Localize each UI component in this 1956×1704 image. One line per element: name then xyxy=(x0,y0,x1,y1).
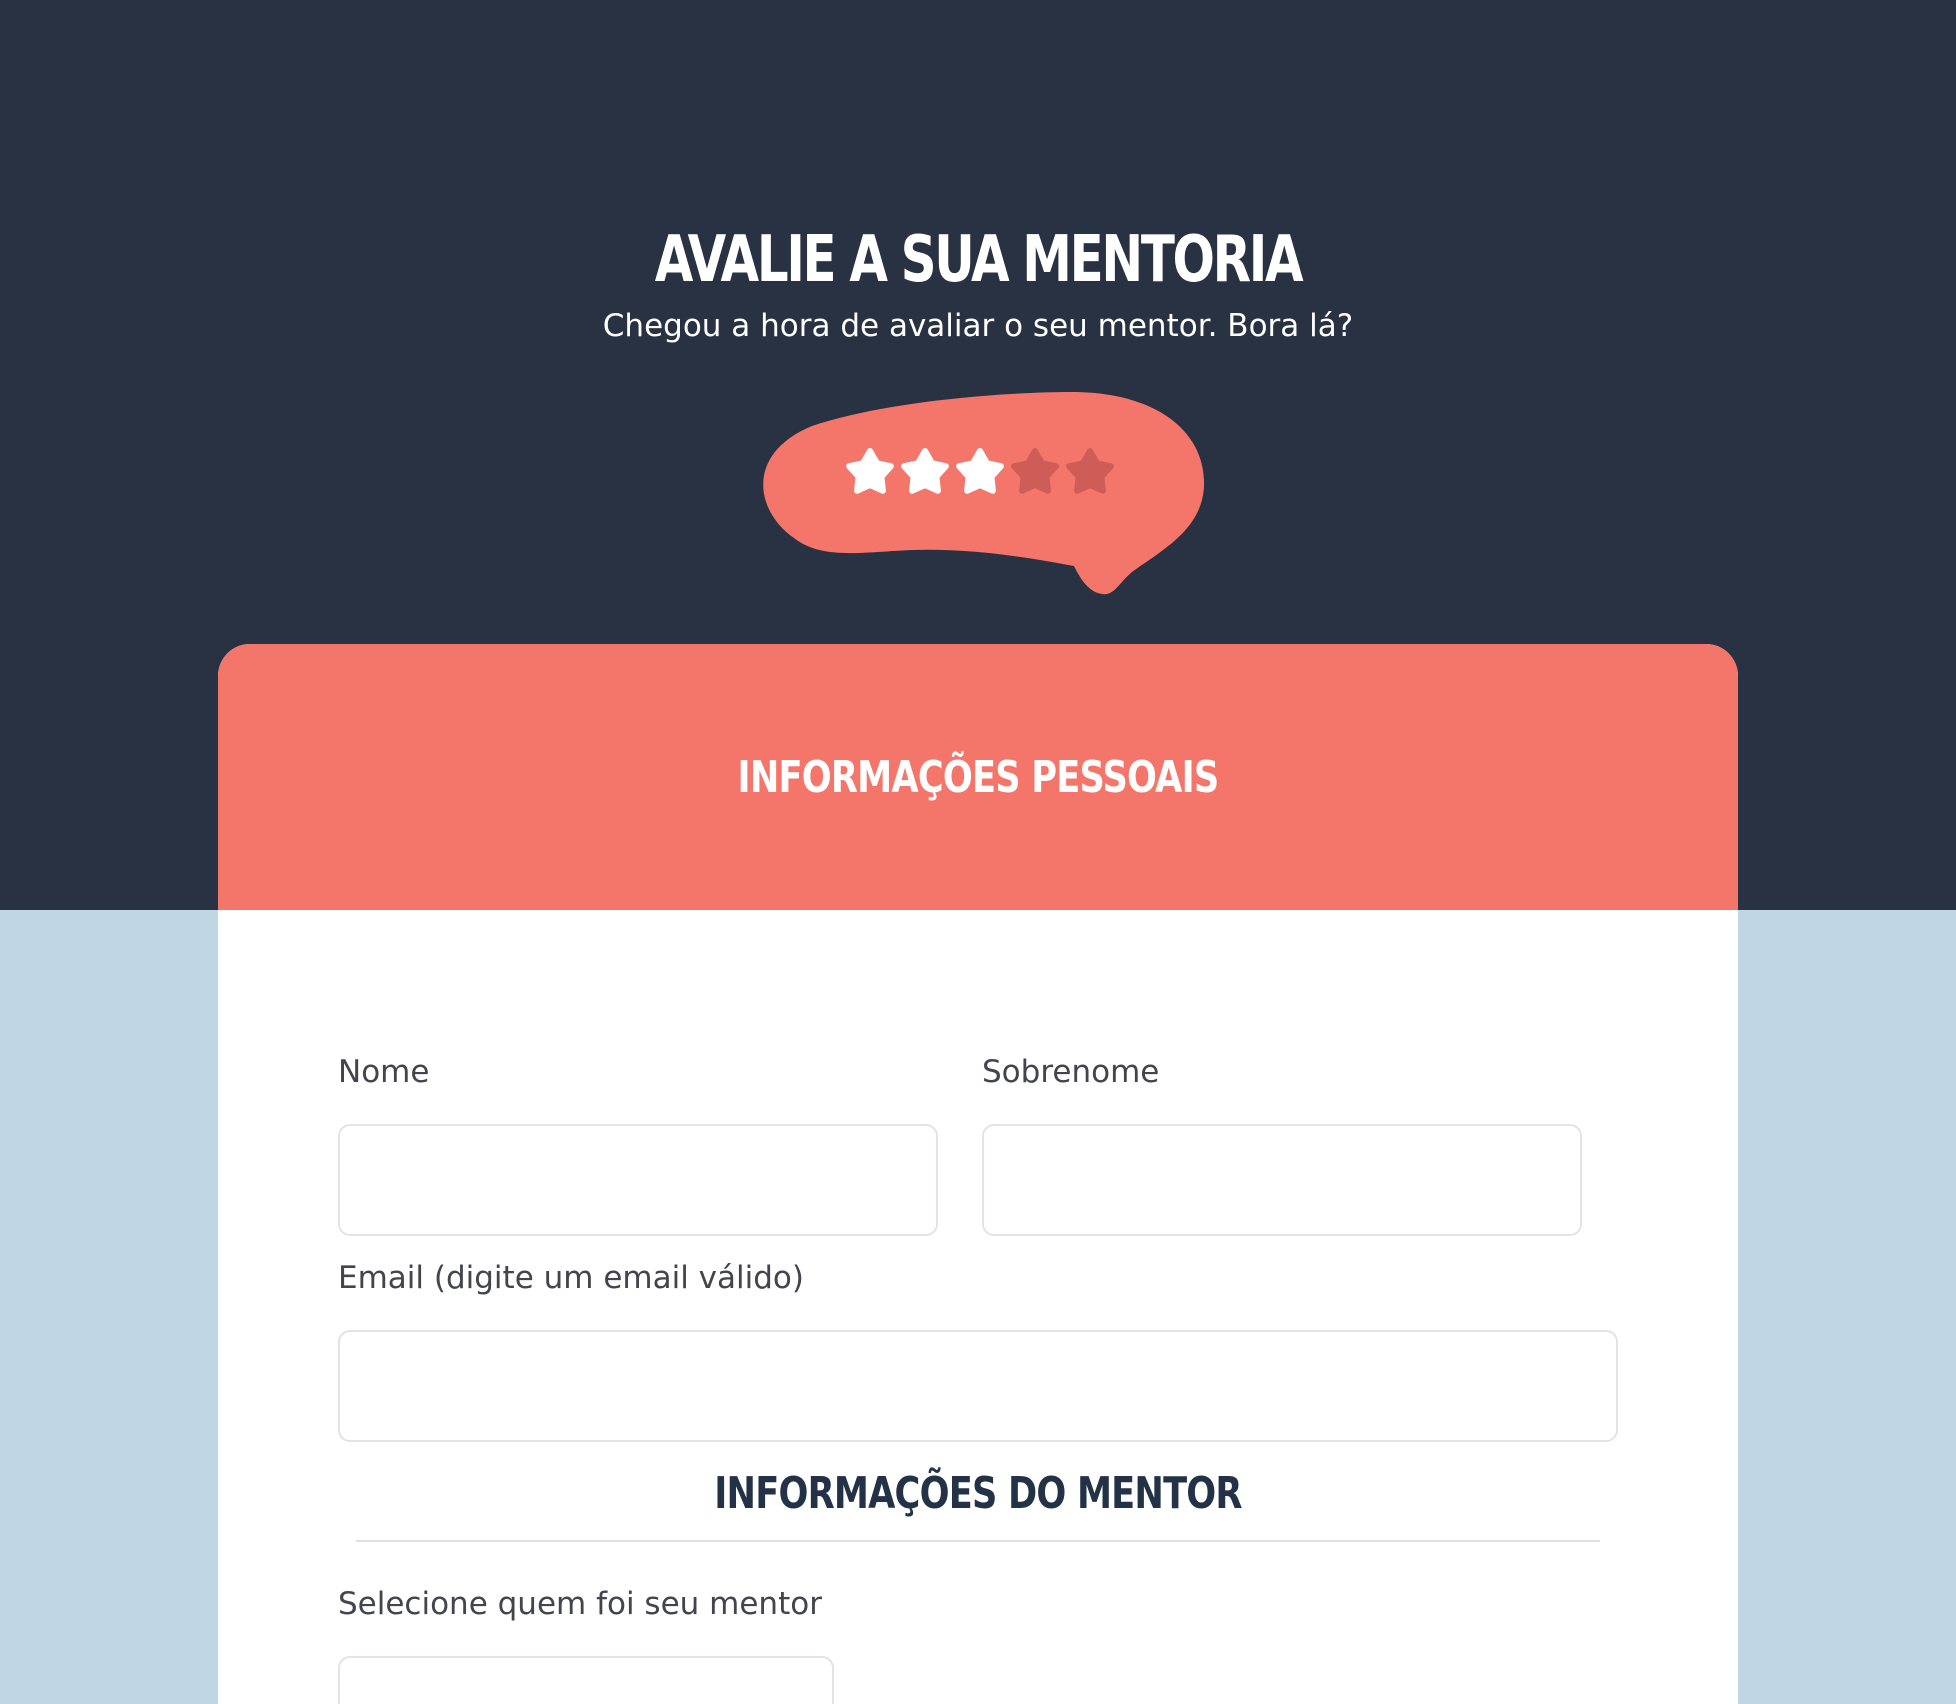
speech-bubble-shape xyxy=(763,392,1205,595)
mentor-select-label: Selecione quem foi seu mentor xyxy=(338,1586,822,1622)
mentor-select[interactable] xyxy=(338,1656,834,1704)
last-name-input[interactable] xyxy=(982,1124,1582,1236)
last-name-label: Sobrenome xyxy=(982,1054,1160,1090)
form-card: INFORMAÇÕES PESSOAIS Nome Sobrenome Emai… xyxy=(218,644,1738,1704)
mentor-info-heading: INFORMAÇÕES DO MENTOR xyxy=(714,1468,1242,1519)
first-name-label: Nome xyxy=(338,1054,430,1090)
section-divider xyxy=(356,1540,1600,1542)
email-label: Email (digite um email válido) xyxy=(338,1260,804,1296)
personal-info-heading: INFORMAÇÕES PESSOAIS xyxy=(737,752,1220,803)
rating-speech-bubble xyxy=(763,392,1205,595)
first-name-input[interactable] xyxy=(338,1124,938,1236)
page-title: AVALIE A SUA MENTORIA xyxy=(654,223,1304,297)
email-input[interactable] xyxy=(338,1330,1618,1442)
page-subtitle: Chegou a hora de avaliar o seu mentor. B… xyxy=(602,308,1354,344)
card-header: INFORMAÇÕES PESSOAIS xyxy=(218,644,1738,910)
